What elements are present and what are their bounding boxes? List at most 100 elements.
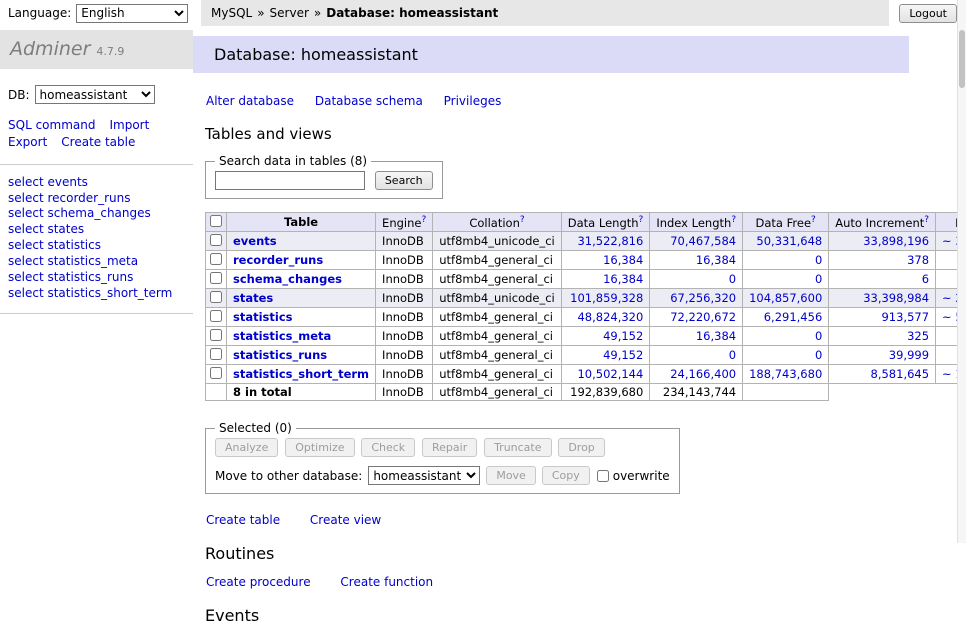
collation-cell: utf8mb4_general_ci [433,251,562,270]
analyze-button[interactable]: Analyze [215,438,278,457]
data-length-link[interactable]: 101,859,328 [570,291,643,305]
sidebar-link-export[interactable]: Export [8,135,47,149]
copy-button[interactable]: Copy [542,466,590,485]
vertical-scrollbar[interactable] [957,0,966,543]
auto-increment-link[interactable]: 378 [907,253,929,267]
index-length-link[interactable]: 70,467,584 [670,234,736,248]
overwrite-checkbox[interactable] [597,470,609,482]
index-length-link[interactable]: 24,166,400 [670,367,736,381]
data-length-link[interactable]: 49,152 [603,348,643,362]
logout-area: Logout [889,4,957,23]
row-checkbox[interactable] [210,234,222,246]
move-database-select[interactable]: homeassistant [368,466,480,485]
help-link[interactable]: ? [924,215,929,225]
index-length-link[interactable]: 16,384 [696,329,736,343]
move-button[interactable]: Move [486,466,536,485]
data-length-link[interactable]: 49,152 [603,329,643,343]
auto-increment-link[interactable]: 39,999 [889,348,929,362]
optimize-button[interactable]: Optimize [285,438,354,457]
truncate-button[interactable]: Truncate [484,438,551,457]
auto-increment-link[interactable]: 6 [922,272,929,286]
auto-increment-link[interactable]: 33,898,196 [863,234,929,248]
data-length-link[interactable]: 48,824,320 [577,310,643,324]
logout-button[interactable]: Logout [899,4,957,23]
data-free-link[interactable]: 6,291,456 [764,310,823,324]
row-checkbox[interactable] [210,253,222,265]
privileges-link[interactable]: Privileges [444,94,502,108]
collation-cell: utf8mb4_general_ci [433,365,562,384]
database-schema-link[interactable]: Database schema [315,94,423,108]
index-length-link[interactable]: 16,384 [696,253,736,267]
table-link[interactable]: schema_changes [233,272,342,286]
repair-button[interactable]: Repair [422,438,477,457]
help-link[interactable]: ? [811,215,816,225]
sidebar-item-select-statistics[interactable]: select statistics [8,238,185,254]
table-link[interactable]: recorder_runs [233,253,323,267]
help-link[interactable]: ? [639,215,644,225]
index-length-link[interactable]: 0 [729,348,736,362]
data-free-link[interactable]: 0 [815,272,822,286]
sidebar-item-select-statistics-meta[interactable]: select statistics_meta [8,254,185,270]
sidebar-link-create-table[interactable]: Create table [61,135,135,149]
index-length-link[interactable]: 67,256,320 [670,291,736,305]
sidebar-item-select-schema-changes[interactable]: select schema_changes [8,206,185,222]
language-select[interactable]: English [76,4,188,23]
create-procedure-link[interactable]: Create procedure [206,575,311,589]
row-checkbox[interactable] [210,367,222,379]
row-checkbox[interactable] [210,272,222,284]
data-length-link[interactable]: 16,384 [603,272,643,286]
breadcrumb-link-mysql[interactable]: MySQL [211,6,252,20]
scrollbar-thumb[interactable] [959,30,965,88]
breadcrumb-link-server[interactable]: Server [270,6,309,20]
help-link[interactable]: ? [421,215,426,225]
sidebar-item-select-statistics-short-term[interactable]: select statistics_short_term [8,286,185,302]
db-select[interactable]: homeassistant [35,85,155,104]
row-checkbox[interactable] [210,310,222,322]
auto-increment-link[interactable]: 8,581,645 [871,367,930,381]
auto-increment-link[interactable]: 33,398,984 [863,291,929,305]
data-free-link[interactable]: 104,857,600 [749,291,822,305]
data-length-link[interactable]: 16,384 [603,253,643,267]
row-checkbox[interactable] [210,291,222,303]
row-checkbox[interactable] [210,329,222,341]
table-link[interactable]: statistics [233,310,293,324]
auto-increment-link[interactable]: 325 [907,329,929,343]
table-link[interactable]: statistics_short_term [233,367,369,381]
sidebar-item-select-recorder-runs[interactable]: select recorder_runs [8,191,185,207]
check-button[interactable]: Check [361,438,415,457]
table-link[interactable]: events [233,234,277,248]
sidebar-item-select-states[interactable]: select states [8,222,185,238]
data-free-link[interactable]: 188,743,680 [749,367,822,381]
adminer-logo-link[interactable]: Adminer [10,38,90,60]
routines-heading: Routines [205,544,966,563]
sidebar-item-select-statistics-runs[interactable]: select statistics_runs [8,270,185,286]
data-length-link[interactable]: 31,522,816 [577,234,643,248]
table-link[interactable]: statistics_runs [233,348,327,362]
db-label: DB: [8,88,30,102]
search-input[interactable] [215,171,365,190]
table-link[interactable]: states [233,291,273,305]
data-free-link[interactable]: 0 [815,329,822,343]
sidebar-link-sql-command[interactable]: SQL command [8,118,95,132]
help-link[interactable]: ? [731,215,736,225]
data-free-link[interactable]: 0 [815,253,822,267]
sidebar-link-import[interactable]: Import [109,118,149,132]
index-length-link[interactable]: 72,220,672 [670,310,736,324]
data-free-link[interactable]: 0 [815,348,822,362]
sidebar-item-select-events[interactable]: select events [8,175,185,191]
search-button[interactable]: Search [375,171,433,190]
create-function-link[interactable]: Create function [340,575,433,589]
index-length-link[interactable]: 0 [729,272,736,286]
column-header-data-free: Data Free? [743,213,829,232]
data-free-link[interactable]: 50,331,648 [756,234,822,248]
auto-increment-link[interactable]: 913,577 [881,310,929,324]
create-table-link[interactable]: Create table [206,513,280,527]
data-length-link[interactable]: 10,502,144 [577,367,643,381]
drop-button[interactable]: Drop [558,438,604,457]
create-view-link[interactable]: Create view [310,513,381,527]
table-link[interactable]: statistics_meta [233,329,331,343]
alter-database-link[interactable]: Alter database [206,94,294,108]
row-checkbox[interactable] [210,348,222,360]
help-link[interactable]: ? [520,215,525,225]
select-all-checkbox[interactable] [210,215,222,227]
